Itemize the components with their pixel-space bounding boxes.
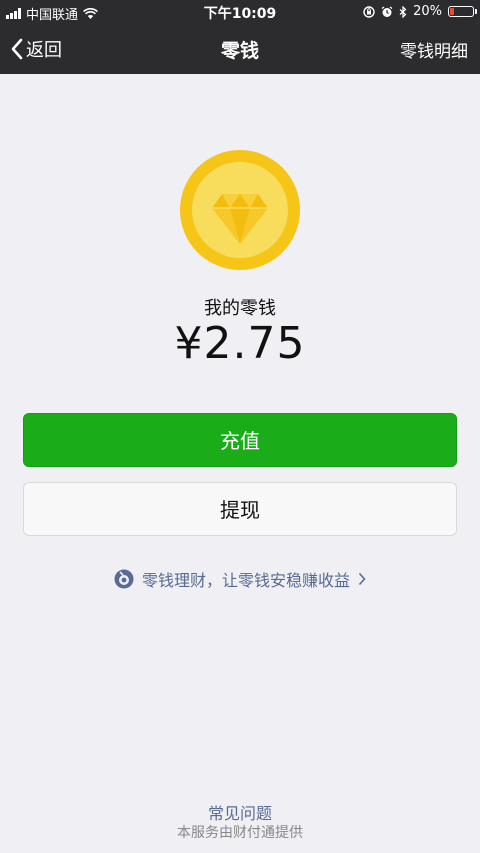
licaitong-icon: [114, 569, 134, 589]
diamond-coin-icon: [180, 150, 300, 270]
rotation-lock-icon: [363, 5, 375, 18]
bluetooth-icon: [399, 5, 407, 18]
provider-text: 本服务由财付通提供: [177, 825, 303, 841]
balance-amount: ¥2.75: [174, 318, 306, 369]
balance-label: 我的零钱: [204, 298, 276, 319]
recharge-button[interactable]: 充值: [23, 413, 457, 467]
alarm-icon: [381, 5, 393, 17]
promo-text: 零钱理财，让零钱安稳赚收益: [141, 571, 350, 590]
status-bar: 中国联通 下午10:09 20%: [0, 0, 480, 24]
wealth-management-link[interactable]: 零钱理财，让零钱安稳赚收益: [0, 567, 480, 591]
detail-link[interactable]: 零钱明细: [400, 37, 468, 62]
battery-icon: [448, 6, 477, 17]
withdraw-button[interactable]: 提现: [23, 482, 457, 536]
faq-link[interactable]: 常见问题: [0, 800, 480, 824]
battery-level-fill: [450, 8, 454, 15]
status-bar-right: 20%: [363, 4, 477, 19]
top-bar: 中国联通 下午10:09 20% 返回 零钱 零钱明细: [0, 0, 480, 74]
chevron-right-icon: [358, 572, 366, 586]
battery-percent: 20%: [413, 4, 442, 19]
navigation-bar: 返回 零钱 零钱明细: [0, 24, 480, 74]
